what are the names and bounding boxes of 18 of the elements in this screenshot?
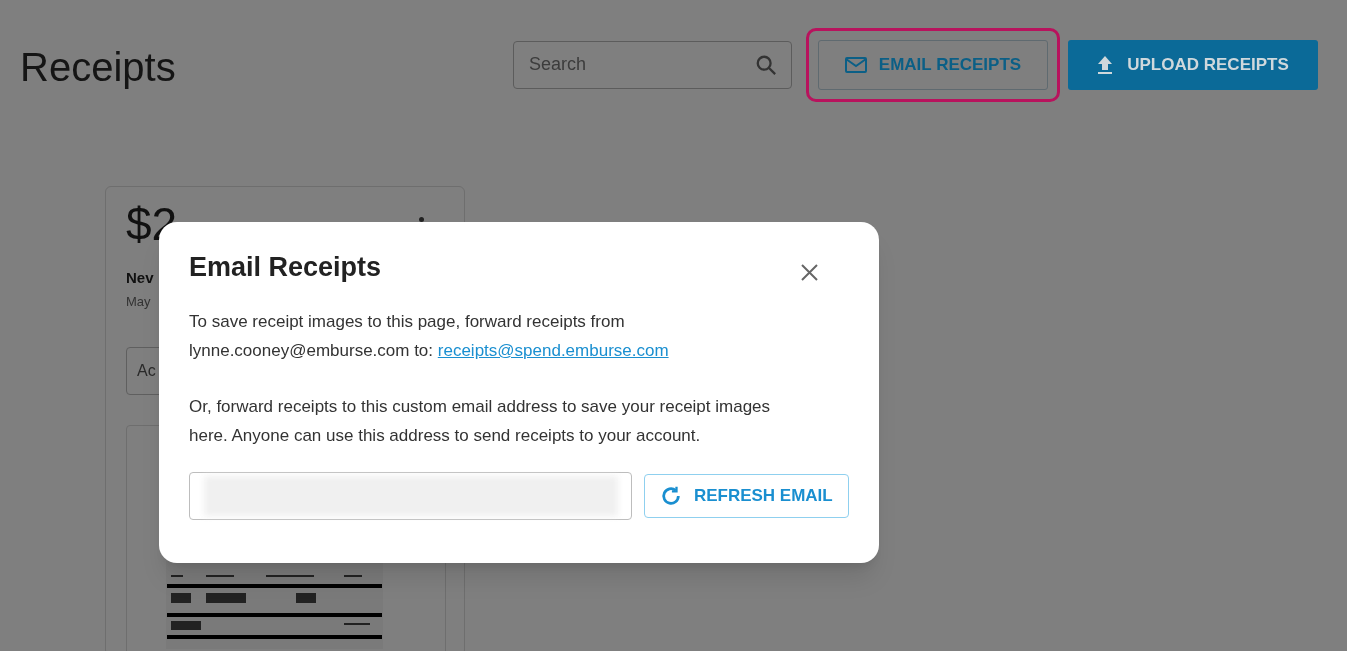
email-link[interactable]: receipts@spend.emburse.com [437,341,669,360]
close-icon [801,264,818,281]
refresh-email-button[interactable]: REFRESH EMAIL [643,474,849,518]
upload-icon [1097,55,1114,74]
dot-icon [419,217,424,222]
dialog-paragraph: Or, forward receipts to this custom email address to save your receipt images here. Anyone can use this address to send receipts to your account. [189,396,772,447]
close-button[interactable] [801,264,818,281]
dialog-title: Email Receipts [189,251,382,284]
envelope-icon [844,56,867,73]
search-icon [755,53,777,76]
page-title: Receipts [20,46,176,87]
refresh-icon [659,485,682,507]
upload-receipts-button[interactable]: UPLOAD RECEIPTS [1068,39,1318,90]
custom-email-field[interactable] [189,472,632,520]
search-field[interactable]: Search [513,40,792,89]
merchant-name: Nev [126,268,154,288]
receipt-date: May [126,292,151,311]
dialog-paragraph: To save receipt images to this page, forward receipts from lynne.cooney@emburse.com to: receipts@spend.emburse.com [189,311,670,362]
